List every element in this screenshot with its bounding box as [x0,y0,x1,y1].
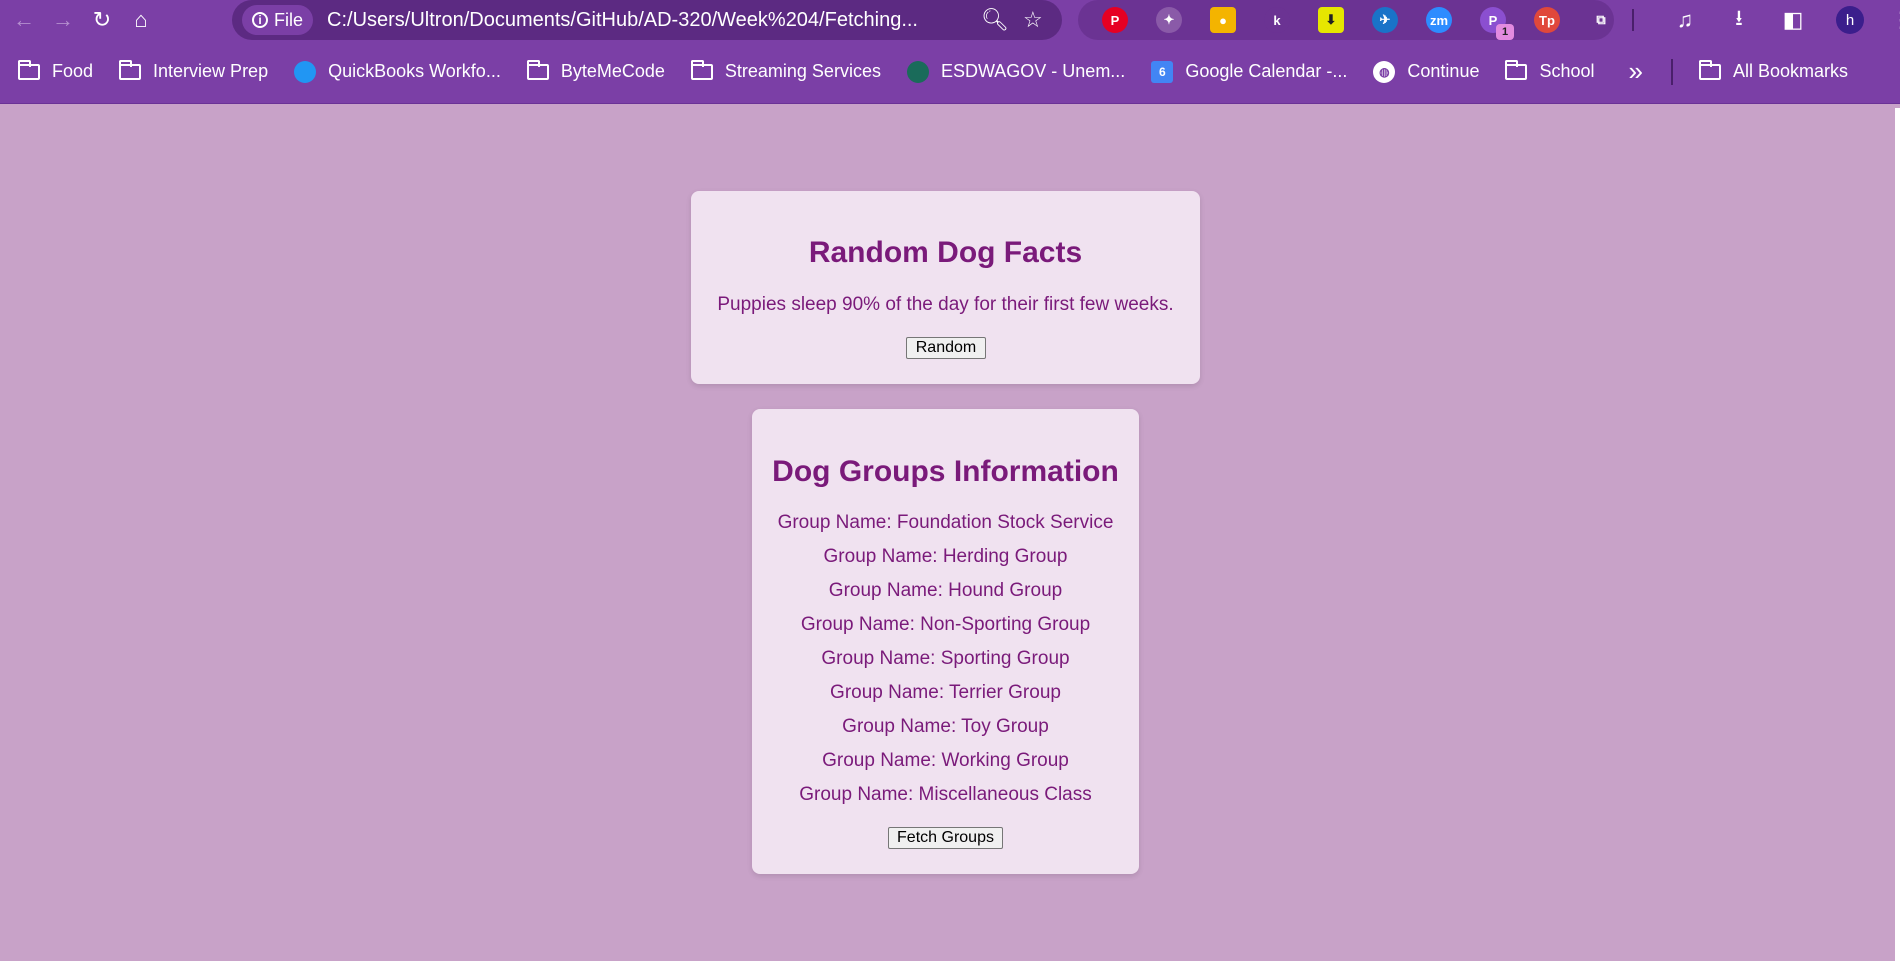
site-info-chip[interactable]: i File [242,5,314,35]
tp-icon[interactable]: Tp [1534,7,1560,33]
bookmark-item[interactable]: ByteMeCode [526,59,665,82]
bookmark-label: Continue [1407,61,1480,81]
bookmark-item[interactable]: ◍ Continue [1373,60,1480,83]
bookmark-item[interactable]: ESDWAGOV - Unem... [906,60,1126,83]
url-text[interactable]: C:/Users/Ultron/Documents/GitHub/AD-320/… [327,9,967,32]
page-scrollbar[interactable] [1895,108,1900,961]
side-panel-icon[interactable]: ◧ [1780,7,1806,33]
bookmark-item[interactable]: School [1505,59,1595,82]
dog-group-item: Group Name: Herding Group [823,546,1068,567]
dog-group-item: Group Name: Foundation Stock Service [777,512,1114,533]
fetch-groups-button[interactable]: Fetch Groups [888,827,1003,849]
all-bookmarks-item[interactable]: All Bookmarks [1698,59,1849,82]
toolbar-right-tools: ♫ ⭳ ◧ h ⋮ [1622,0,1900,40]
media-playlist-icon[interactable]: ♫ [1672,7,1698,33]
reload-icon[interactable]: ↻ [87,5,117,35]
bookmarks-bar: Food Interview Prep QuickBooks Workfo... By… [0,40,1900,104]
bookmark-item[interactable]: Streaming Services [690,59,881,82]
all-bookmarks-label: All Bookmarks [1732,61,1849,81]
zoom-magnifier-icon[interactable]: 🔍︎ [981,7,1009,33]
folder-icon [119,59,142,80]
folder-icon [690,59,713,80]
folder-icon [18,59,40,80]
info-icon: i [252,12,268,28]
bookmark-label: Google Calendar -... [1185,61,1348,81]
bookmark-label: ByteMeCode [560,61,665,81]
dog-facts-title: Random Dog Facts [808,236,1083,269]
browser-toolbar: ← → ↻ ⌂ i File C:/Users/Ultron/Documents… [0,0,1900,40]
bookmark-star-icon[interactable]: ☆ [1023,7,1043,33]
toolbar-separator [1632,9,1634,31]
keep-icon[interactable]: ● [1210,7,1236,33]
bookmark-label: School [1539,61,1595,81]
folder-icon [1505,59,1528,80]
calendar-icon: 6 [1151,60,1174,83]
bookmark-label: ESDWAGOV - Unem... [940,61,1126,81]
dog-group-item: Group Name: Miscellaneous Class [799,784,1092,805]
bookmark-label: Food [52,61,94,81]
dog-groups-title: Dog Groups Information [772,455,1119,488]
dog-fact-text: Puppies sleep 90% of the day for their f… [717,294,1174,315]
dog-group-item: Group Name: Toy Group [842,716,1049,737]
download-manager-icon[interactable]: ⬇ [1318,7,1344,33]
dog-group-item: Group Name: Working Group [822,750,1069,771]
folder-icon [526,59,549,80]
dog-groups-list: Group Name: Foundation Stock Service Grou… [752,512,1139,818]
home-icon[interactable]: ⌂ [126,5,156,35]
profile-avatar[interactable]: h [1836,6,1864,34]
dropbox-icon[interactable]: ✦ [1156,7,1182,33]
quickbooks-icon [294,60,317,83]
dog-group-item: Group Name: Hound Group [828,580,1063,601]
bookmark-item[interactable]: Interview Prep [119,59,269,82]
bookmark-label: Streaming Services [724,61,881,81]
extension-badge: 1 [1496,24,1514,40]
zoom-icon[interactable]: zm [1426,7,1452,33]
paperplane-icon[interactable]: ✈ [1372,7,1398,33]
downloads-icon[interactable]: ⭳ [1726,1,1752,39]
extensions-bar: P ✦ ● k ⬇ ✈ zm P 1 Tp ⧉ [1078,0,1614,40]
globe-icon: ◍ [1373,60,1396,83]
p-extension-icon[interactable]: P1 [1480,7,1514,40]
bookmarks-separator [1670,58,1673,85]
random-fact-button[interactable]: Random [906,337,986,359]
bookmark-item[interactable]: QuickBooks Workfo... [294,60,501,83]
more-bookmarks-chevron-icon[interactable]: » [1629,56,1643,87]
kiwi-icon[interactable]: k [1264,7,1290,33]
dog-groups-card: Dog Groups Information Group Name: Found… [752,409,1139,874]
back-arrow-icon[interactable]: ← [9,5,39,35]
dog-group-item: Group Name: Non-Sporting Group [800,614,1091,635]
dog-group-item: Group Name: Sporting Group [821,648,1070,669]
pinterest-icon[interactable]: P [1102,7,1128,33]
folder-icon [1698,59,1721,80]
dog-group-item: Group Name: Terrier Group [830,682,1061,703]
bookmark-label: QuickBooks Workfo... [328,61,501,81]
bookmark-item[interactable]: Food [18,59,94,82]
more-menu-icon[interactable]: ⋮ [1890,7,1900,33]
forward-arrow-icon[interactable]: → [48,5,78,35]
bookmark-label: Interview Prep [153,61,269,81]
esd-icon [906,60,929,83]
site-chip-label: File [274,9,304,30]
dog-facts-card: Random Dog Facts Puppies sleep 90% of th… [691,191,1200,384]
address-bar[interactable]: i File C:/Users/Ultron/Documents/GitHub/… [232,0,1062,40]
bookmark-item[interactable]: 6 Google Calendar -... [1151,60,1348,83]
extensions-puzzle-icon[interactable]: ⧉ [1588,7,1614,33]
